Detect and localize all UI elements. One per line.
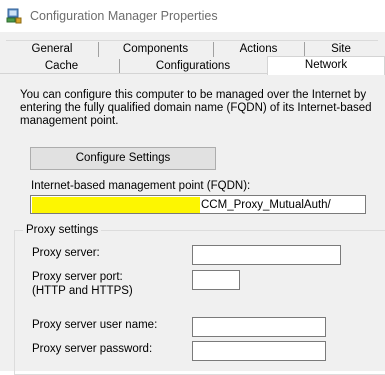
tab-general[interactable]: General [6, 40, 98, 58]
tab-label: Actions [239, 43, 278, 55]
tab-label: Configurations [155, 60, 231, 72]
proxy-username-input[interactable] [192, 317, 326, 337]
proxy-port-input[interactable] [192, 270, 240, 290]
fqdn-input[interactable]: CCM_Proxy_MutualAuth/ [30, 195, 366, 214]
proxy-username-label: Proxy server user name: [32, 319, 158, 331]
window-title: Configuration Manager Properties [30, 9, 218, 23]
tab-network[interactable]: Network [267, 56, 385, 75]
tab-label: General [31, 43, 73, 55]
proxy-server-label: Proxy server: [32, 247, 100, 259]
proxy-port-label: Proxy server port: [32, 271, 123, 283]
configure-settings-button[interactable]: Configure Settings [30, 147, 216, 170]
configuration-manager-icon [6, 8, 22, 24]
tab-label: Components [122, 43, 189, 55]
fqdn-label: Internet-based management point (FQDN): [31, 180, 251, 192]
tab-label: Cache [44, 60, 79, 72]
tab-label: Network [304, 59, 348, 71]
proxy-settings-title: Proxy settings [23, 224, 102, 236]
proxy-password-input[interactable] [192, 341, 326, 361]
proxy-password-label: Proxy server password: [32, 343, 153, 355]
redaction-mark [32, 197, 200, 213]
tab-components[interactable]: Components [98, 40, 213, 58]
title-bar: Configuration Manager Properties [0, 0, 385, 32]
tab-label: Site [331, 43, 351, 55]
fqdn-value: CCM_Proxy_MutualAuth/ [201, 199, 331, 211]
network-description: You can configure this computer to be ma… [20, 89, 372, 127]
proxy-port-sublabel: (HTTP and HTTPS) [32, 285, 133, 297]
proxy-server-input[interactable] [192, 245, 341, 265]
